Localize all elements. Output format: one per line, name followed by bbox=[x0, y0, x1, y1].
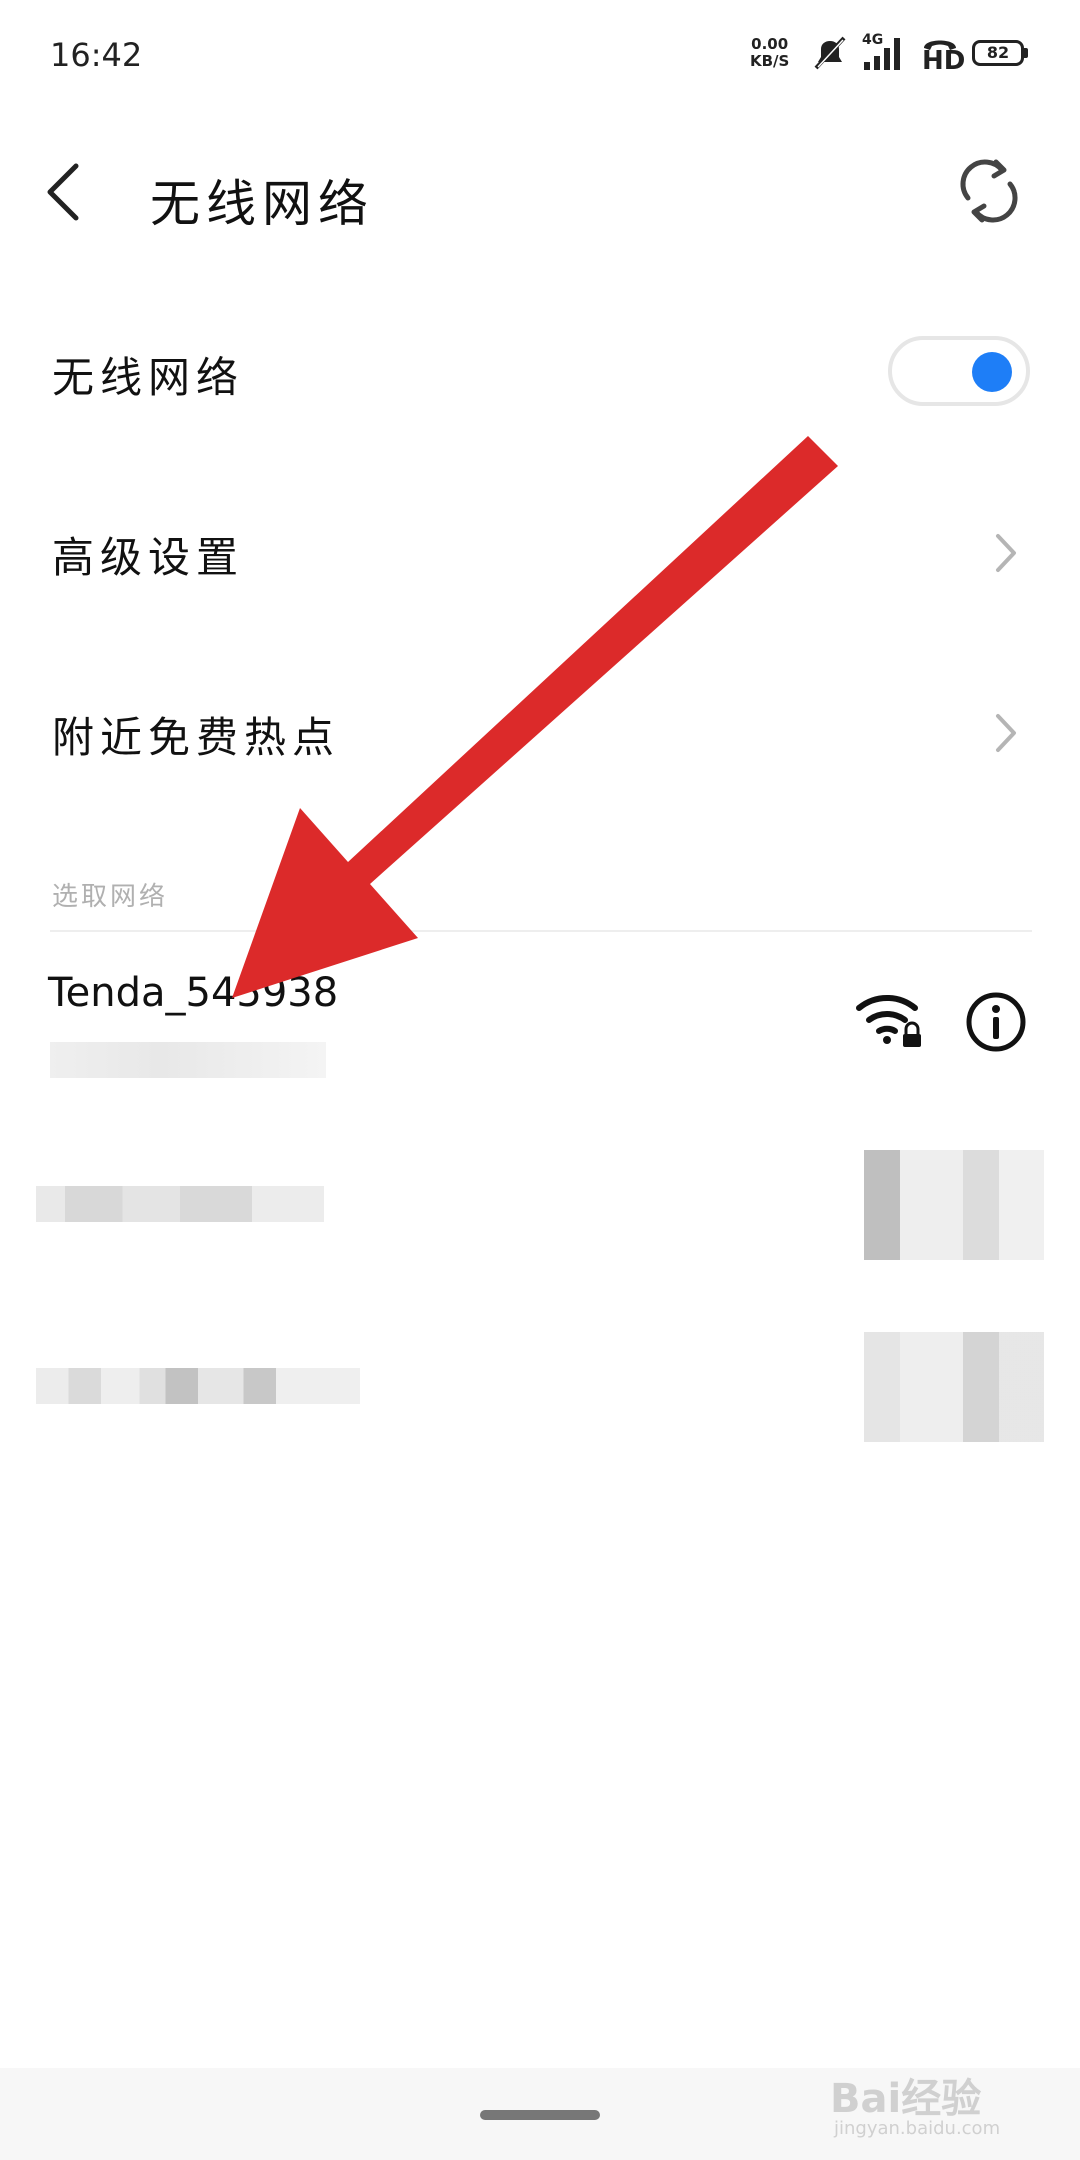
home-indicator[interactable] bbox=[480, 2110, 600, 2120]
wifi-toggle-label: 无线网络 bbox=[52, 353, 245, 402]
chevron-right-icon bbox=[996, 714, 1016, 752]
baidu-watermark: Bai经验 bbox=[830, 2076, 982, 2122]
baidu-watermark-url: jingyan.baidu.com bbox=[834, 2118, 1001, 2139]
wifi-secured-icon bbox=[856, 995, 921, 1047]
pixelated-network-signal bbox=[864, 1332, 1044, 1442]
pixelated-network-signal bbox=[864, 1150, 1044, 1260]
page-title: 无线网络 bbox=[150, 175, 374, 233]
bell-muted-icon bbox=[814, 36, 846, 70]
refresh-button[interactable] bbox=[956, 158, 1022, 224]
network-name[interactable]: Tenda_545938 bbox=[48, 970, 338, 1016]
net-speed-unit: KB/S bbox=[750, 52, 790, 70]
back-button[interactable] bbox=[40, 160, 90, 224]
network-info-button[interactable] bbox=[964, 990, 1028, 1054]
wifi-toggle-knob bbox=[972, 352, 1012, 392]
pixelated-network-row bbox=[36, 1368, 360, 1404]
hd-label: HD bbox=[922, 46, 966, 76]
net-speed-indicator: 0.00 KB/S bbox=[750, 36, 789, 70]
section-divider bbox=[50, 930, 1032, 932]
pixelated-network-row bbox=[36, 1186, 324, 1222]
pixelated-network-status bbox=[50, 1042, 326, 1078]
advanced-settings-label[interactable]: 高级设置 bbox=[52, 524, 244, 585]
cell-signal-icon bbox=[864, 38, 900, 70]
battery-icon: 82 bbox=[972, 40, 1024, 66]
battery-tip bbox=[1024, 48, 1028, 58]
net-speed-value: 0.00 bbox=[751, 35, 789, 53]
select-network-section-label: 选取网络 bbox=[52, 882, 169, 912]
chevron-right-icon bbox=[996, 534, 1016, 572]
status-time: 16:42 bbox=[50, 36, 143, 74]
annotation-arrow bbox=[232, 436, 838, 998]
wifi-toggle[interactable] bbox=[888, 336, 1030, 406]
nearby-hotspots-label[interactable]: 附近免费热点 bbox=[52, 704, 340, 765]
battery-level: 82 bbox=[986, 43, 1010, 62]
